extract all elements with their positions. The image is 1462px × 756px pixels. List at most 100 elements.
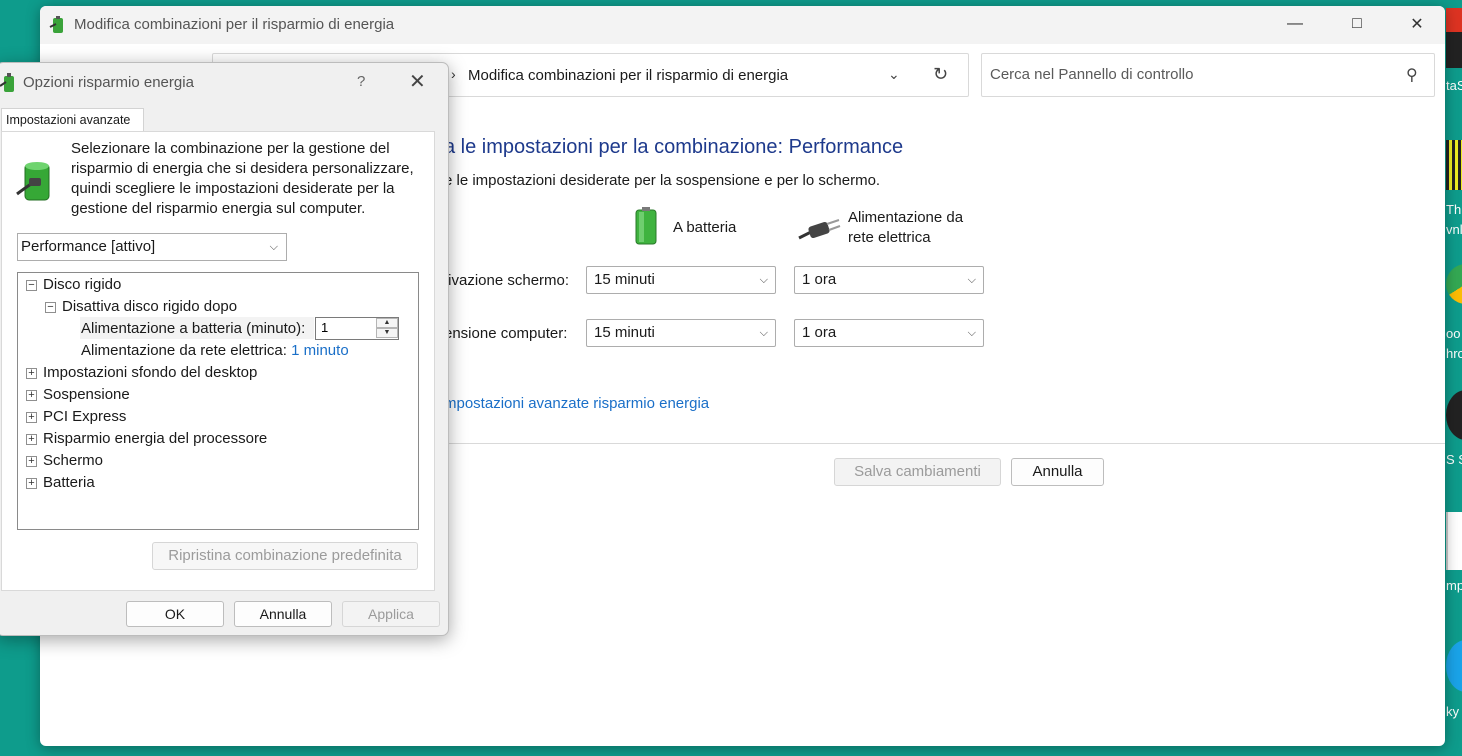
collapse-icon[interactable]: − bbox=[26, 280, 37, 291]
search-box[interactable]: ⚲ bbox=[981, 53, 1435, 97]
help-button[interactable]: ? bbox=[357, 73, 365, 90]
plan-select[interactable]: Performance [attivo] ⌵ bbox=[17, 233, 287, 261]
battery-icon bbox=[635, 207, 657, 245]
save-button[interactable]: Salva cambiamenti bbox=[834, 458, 1001, 486]
search-icon[interactable]: ⚲ bbox=[1406, 65, 1418, 85]
tree-node-label: Schermo bbox=[43, 452, 104, 469]
chevron-down-icon: ⌵ bbox=[967, 327, 976, 339]
power-options-icon bbox=[49, 16, 63, 33]
desktop-icon-doc[interactable]: mp bbox=[1446, 512, 1462, 593]
dialog-close-button[interactable]: ✕ bbox=[409, 69, 426, 94]
page-title: a le impostazioni per la combinazione: P… bbox=[444, 136, 904, 158]
desktop-icon-label: oo bbox=[1446, 326, 1461, 341]
apply-button[interactable]: Applica bbox=[342, 601, 440, 627]
desktop-icon-label: Th bbox=[1446, 202, 1462, 217]
chevron-down-icon: ⌵ bbox=[967, 274, 976, 286]
maximize-icon: □ bbox=[1352, 15, 1362, 32]
expand-icon[interactable]: + bbox=[26, 456, 37, 467]
chevron-down-icon: ⌵ bbox=[269, 241, 278, 253]
select-value: Performance [attivo] bbox=[21, 238, 156, 255]
desktop-icon-label: taS bbox=[1446, 78, 1462, 93]
power-options-dialog: Opzioni risparmio energia ? ✕ Impostazio… bbox=[0, 62, 449, 636]
page-subtitle: e le impostazioni desiderate per la sosp… bbox=[444, 172, 881, 189]
advanced-settings-link[interactable]: mpostazioni avanzate risparmio energia bbox=[444, 395, 709, 412]
tree-node-label: Impostazioni sfondo del desktop bbox=[43, 364, 258, 381]
spinner-up-icon[interactable]: ▲ bbox=[376, 318, 398, 328]
search-input[interactable] bbox=[990, 66, 1390, 83]
chrome-icon bbox=[1446, 264, 1462, 304]
tree-node-label: Disattiva disco rigido dopo bbox=[62, 298, 238, 315]
battery-setting-label: Alimentazione a batteria (minuto): bbox=[81, 320, 306, 337]
desktop-icon-label: hro bbox=[1446, 346, 1462, 361]
battery-minutes-input[interactable] bbox=[321, 320, 371, 335]
window-title: Modifica combinazioni per il risparmio d… bbox=[74, 16, 395, 33]
obs-icon bbox=[1446, 390, 1462, 440]
cancel-button[interactable]: Annulla bbox=[1011, 458, 1104, 486]
desktop-icon-chrome[interactable]: oo hro bbox=[1446, 264, 1462, 361]
divider bbox=[444, 443, 1445, 444]
expand-icon[interactable]: + bbox=[26, 478, 37, 489]
expand-icon[interactable]: + bbox=[26, 390, 37, 401]
desktop-icon-skype[interactable]: ky bbox=[1446, 640, 1462, 719]
desktop-icon-obs[interactable]: S S bbox=[1446, 390, 1462, 467]
select-value: 15 minuti bbox=[594, 324, 655, 341]
plug-icon bbox=[798, 219, 841, 240]
dialog-intro-text: Selezionare la combinazione per la gesti… bbox=[71, 140, 414, 217]
tree-node-label: Sospensione bbox=[43, 386, 130, 403]
column-header-ac: Alimentazione da rete elettrica bbox=[848, 209, 964, 246]
column-header-battery: A batteria bbox=[673, 219, 737, 236]
app-icon bbox=[1446, 8, 1462, 68]
ac-setting-row[interactable]: Alimentazione da rete elettrica: 1 minut… bbox=[81, 340, 349, 362]
select-value: 1 ora bbox=[802, 271, 837, 288]
close-icon: ✕ bbox=[409, 71, 426, 93]
desktop-icon-label: S S bbox=[1446, 452, 1462, 467]
select-value: 15 minuti bbox=[594, 271, 655, 288]
refresh-icon[interactable]: ↻ bbox=[933, 64, 948, 85]
spinner-down-icon[interactable]: ▼ bbox=[376, 328, 398, 338]
restore-defaults-button[interactable]: Ripristina combinazione predefinita bbox=[152, 542, 418, 570]
dialog-cancel-button[interactable]: Annulla bbox=[234, 601, 332, 627]
app-icon bbox=[1446, 140, 1462, 190]
sleep-battery-select[interactable]: 15 minuti ⌵ bbox=[586, 319, 776, 347]
close-icon: ✕ bbox=[1410, 16, 1424, 33]
display-ac-select[interactable]: 1 ora ⌵ bbox=[794, 266, 984, 294]
battery-plug-icon bbox=[16, 162, 50, 201]
desktop-icon-2[interactable]: Th vnl bbox=[1446, 140, 1462, 237]
display-battery-select[interactable]: 15 minuti ⌵ bbox=[586, 266, 776, 294]
minimize-button[interactable]: — bbox=[1265, 6, 1325, 42]
dialog-title: Opzioni risparmio energia bbox=[23, 74, 194, 91]
sleep-label: ensione computer: bbox=[444, 325, 568, 342]
maximize-button[interactable]: □ bbox=[1327, 6, 1387, 42]
skype-icon bbox=[1446, 640, 1462, 692]
expand-icon[interactable]: + bbox=[26, 412, 37, 423]
tree-node-label: Batteria bbox=[43, 474, 95, 491]
chevron-right-icon: › bbox=[451, 66, 456, 82]
tree-node-label: Risparmio energia del processore bbox=[43, 430, 268, 447]
power-options-icon bbox=[0, 73, 14, 92]
settings-tree[interactable]: − Disco rigido − Disattiva disco rigido … bbox=[17, 272, 419, 530]
chevron-down-icon: ⌵ bbox=[759, 327, 768, 339]
expand-icon[interactable]: + bbox=[26, 368, 37, 379]
breadcrumb[interactable]: Modifica combinazioni per il risparmio d… bbox=[468, 67, 788, 84]
expand-icon[interactable]: + bbox=[26, 434, 37, 445]
ok-button[interactable]: OK bbox=[126, 601, 224, 627]
select-value: 1 ora bbox=[802, 324, 837, 341]
chevron-down-icon: ⌵ bbox=[759, 274, 768, 286]
main-titlebar[interactable]: Modifica combinazioni per il risparmio d… bbox=[40, 6, 1445, 44]
desktop-icon-label: ky bbox=[1446, 704, 1459, 719]
document-icon bbox=[1446, 512, 1462, 570]
display-off-label: tivazione schermo: bbox=[444, 272, 570, 289]
chevron-down-icon[interactable]: ⌄ bbox=[888, 66, 900, 83]
tree-node-label: Disco rigido bbox=[43, 276, 122, 293]
tree-node-label: PCI Express bbox=[43, 408, 127, 425]
ac-setting-label: Alimentazione da rete elettrica: bbox=[81, 342, 287, 359]
ac-setting-value[interactable]: 1 minuto bbox=[291, 342, 349, 359]
sleep-ac-select[interactable]: 1 ora ⌵ bbox=[794, 319, 984, 347]
battery-minutes-spinner[interactable]: ▲ ▼ bbox=[315, 317, 399, 340]
tab-advanced-settings[interactable]: Impostazioni avanzate bbox=[1, 108, 144, 132]
minimize-icon: — bbox=[1287, 15, 1303, 32]
desktop-icon-label: mp bbox=[1446, 578, 1462, 593]
collapse-icon[interactable]: − bbox=[45, 302, 56, 313]
close-button[interactable]: ✕ bbox=[1387, 6, 1445, 42]
desktop-icon-1[interactable]: taS bbox=[1446, 8, 1462, 93]
